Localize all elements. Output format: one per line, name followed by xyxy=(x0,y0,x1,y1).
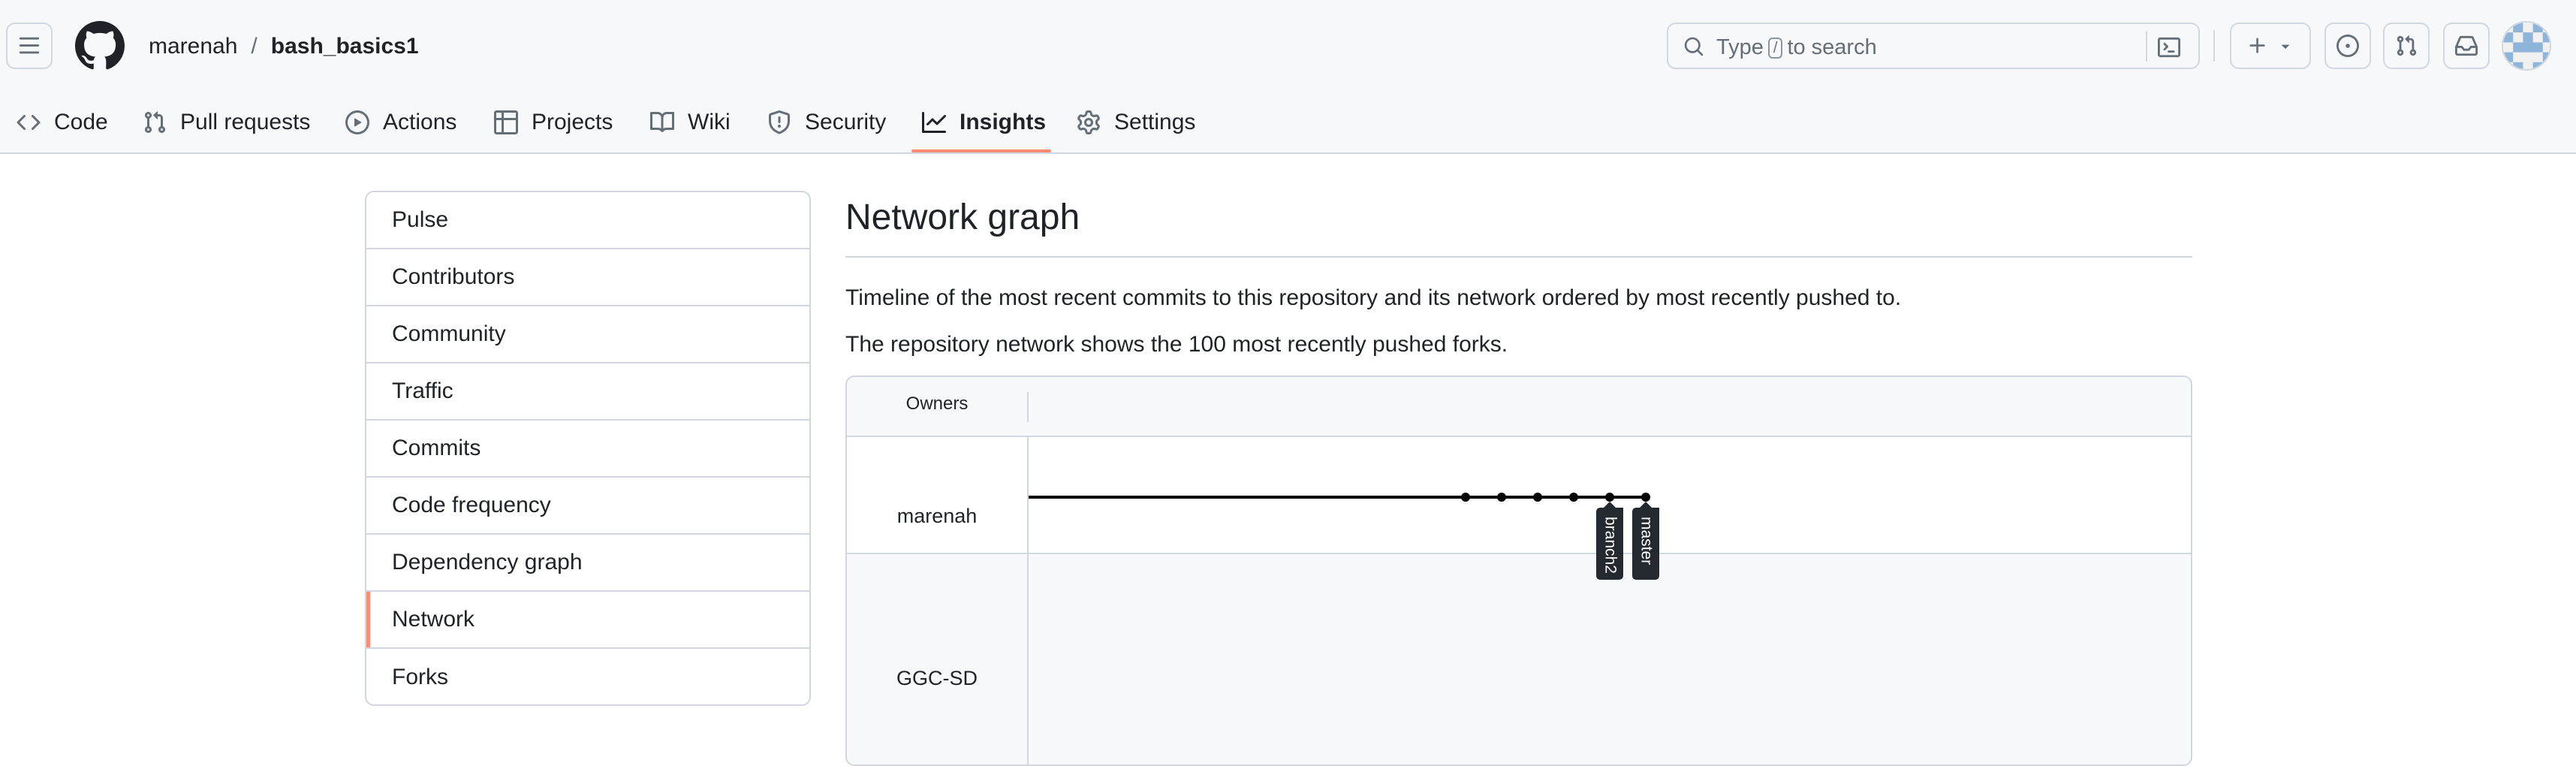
inbox-icon xyxy=(2455,35,2478,56)
sidebar-item-contributors[interactable]: Contributors xyxy=(366,249,809,306)
insights-sidebar: Pulse Contributors Community Traffic Com… xyxy=(365,191,811,706)
git-pull-request-icon xyxy=(2397,35,2417,56)
sidebar-item-traffic[interactable]: Traffic xyxy=(366,363,809,421)
search-placeholder-prefix: Type xyxy=(1716,35,1764,59)
issue-opened-icon xyxy=(2336,35,2359,57)
commit-dot[interactable] xyxy=(1641,493,1650,502)
global-header: marenah / bash_basics1 Type / to search xyxy=(0,0,2576,154)
page-title: Network graph xyxy=(845,198,1080,237)
tab-label: Security xyxy=(805,109,887,134)
network-forks-note: The repository network shows the 100 mos… xyxy=(845,332,1508,357)
sidebar-item-forks[interactable]: Forks xyxy=(366,649,809,704)
branch-label[interactable]: branch2 xyxy=(1596,502,1623,580)
table-icon xyxy=(494,110,518,134)
breadcrumb-separator: / xyxy=(251,34,258,59)
sidebar-item-network[interactable]: Network xyxy=(366,592,809,649)
tab-insights[interactable]: Insights xyxy=(922,90,1046,154)
triangle-down-icon xyxy=(2281,44,2290,49)
tab-label: Actions xyxy=(383,109,457,134)
book-icon xyxy=(650,110,674,134)
search-divider xyxy=(2146,32,2147,62)
breadcrumb: marenah / bash_basics1 xyxy=(149,32,419,62)
tab-actions[interactable]: Actions xyxy=(345,90,456,154)
network-commit-graph: branch2 master xyxy=(1029,493,1659,580)
commit-dot[interactable] xyxy=(1569,493,1578,502)
commit-dot[interactable] xyxy=(1497,493,1506,502)
search-input[interactable]: Type / to search xyxy=(1667,23,2200,69)
active-tab-indicator xyxy=(911,149,1051,152)
branch-name: branch2 xyxy=(1601,517,1619,574)
sidebar-item-pulse[interactable]: Pulse xyxy=(366,192,809,249)
branch-label[interactable]: master xyxy=(1632,502,1659,580)
network-description: Timeline of the most recent commits to t… xyxy=(845,285,1902,310)
breadcrumb-repo-link[interactable]: bash_basics1 xyxy=(271,34,419,59)
user-avatar[interactable] xyxy=(2502,21,2551,71)
tab-wiki[interactable]: Wiki xyxy=(650,90,731,154)
network-graph[interactable]: Owners marenah GGC-SD branch2 master xyxy=(845,375,2192,766)
hamburger-icon xyxy=(19,37,40,54)
branch-name: master xyxy=(1637,517,1655,565)
search-placeholder: Type / to search xyxy=(1716,35,1877,60)
sidebar-item-commits[interactable]: Commits xyxy=(366,421,809,478)
commit-dot[interactable] xyxy=(1533,493,1542,502)
title-divider xyxy=(845,256,2192,258)
tab-label: Wiki xyxy=(688,109,731,134)
tab-projects[interactable]: Projects xyxy=(494,90,613,154)
github-logo-icon[interactable] xyxy=(75,21,125,71)
gear-icon xyxy=(1077,110,1101,134)
create-new-button[interactable] xyxy=(2230,23,2311,69)
plus-icon xyxy=(2249,38,2265,53)
tab-label: Insights xyxy=(960,109,1047,134)
header-divider xyxy=(2213,30,2215,62)
identicon-icon xyxy=(2503,23,2550,69)
tab-label: Pull requests xyxy=(180,109,311,134)
sidebar-item-dependency-graph[interactable]: Dependency graph xyxy=(366,535,809,592)
tab-security[interactable]: Security xyxy=(767,90,886,154)
git-pull-request-icon xyxy=(143,110,167,134)
issues-button[interactable] xyxy=(2324,23,2371,69)
play-icon xyxy=(345,110,369,134)
search-placeholder-suffix: to search xyxy=(1787,35,1877,59)
code-icon xyxy=(17,110,41,134)
sidebar-item-community[interactable]: Community xyxy=(366,306,809,363)
sidebar-item-code-frequency[interactable]: Code frequency xyxy=(366,478,809,535)
breadcrumb-owner-link[interactable]: marenah xyxy=(149,34,237,59)
commit-dot[interactable] xyxy=(1461,493,1470,502)
search-icon xyxy=(1684,37,1704,56)
tab-pull-requests[interactable]: Pull requests xyxy=(143,90,310,154)
shield-icon xyxy=(767,110,791,134)
tab-label: Settings xyxy=(1114,109,1196,134)
inbox-button[interactable] xyxy=(2443,23,2490,69)
graph-icon xyxy=(922,110,946,134)
tab-code[interactable]: Code xyxy=(17,90,108,154)
tab-label: Projects xyxy=(532,109,613,134)
tab-label: Code xyxy=(54,109,108,134)
pull-requests-button[interactable] xyxy=(2383,23,2430,69)
command-palette-icon[interactable] xyxy=(2158,36,2180,59)
commit-dot[interactable] xyxy=(1605,493,1614,502)
menu-button[interactable] xyxy=(6,23,53,69)
search-shortcut-key: / xyxy=(1767,37,1783,59)
tab-settings[interactable]: Settings xyxy=(1077,90,1195,154)
